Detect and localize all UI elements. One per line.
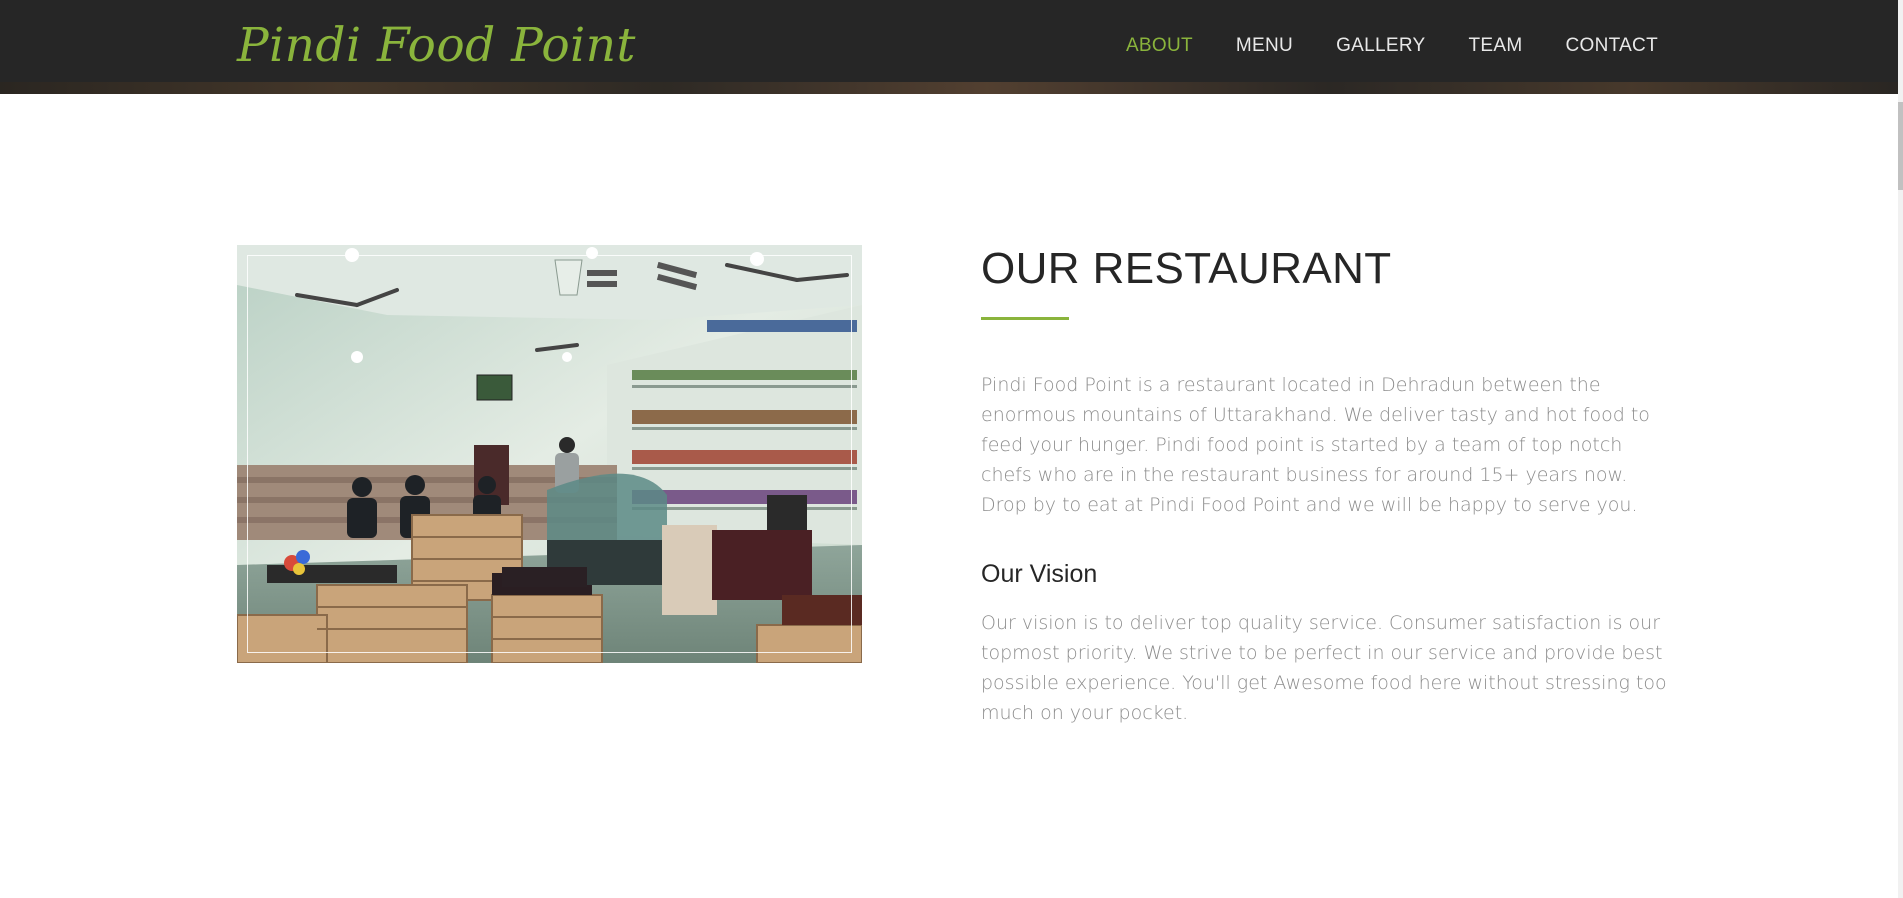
nav-item-gallery[interactable]: GALLERY bbox=[1336, 33, 1425, 59]
nav-item-contact[interactable]: CONTACT bbox=[1565, 33, 1658, 59]
brand-logo[interactable]: Pindi Food Point bbox=[237, 14, 636, 78]
restaurant-description: Pindi Food Point is a restaurant located… bbox=[981, 374, 1650, 516]
heading-accent-divider bbox=[981, 317, 1069, 320]
top-navbar: Pindi Food Point ABOUT MENU GALLERY TEAM… bbox=[0, 0, 1898, 94]
section-heading: OUR RESTAURANT bbox=[981, 244, 1392, 293]
about-section: OUR RESTAURANT Pindi Food Point is a res… bbox=[981, 243, 1671, 728]
nav-item-menu[interactable]: MENU bbox=[1236, 33, 1293, 59]
vision-heading: Our Vision bbox=[981, 560, 1098, 588]
main-nav: ABOUT MENU GALLERY TEAM CONTACT bbox=[1126, 33, 1658, 59]
restaurant-interior-illustration bbox=[237, 245, 862, 663]
restaurant-interior-image bbox=[237, 245, 862, 663]
vision-description: Our vision is to deliver top quality ser… bbox=[981, 612, 1667, 724]
scrollbar-thumb[interactable] bbox=[1898, 102, 1903, 190]
nav-item-about[interactable]: ABOUT bbox=[1126, 33, 1193, 59]
header-background-image-strip bbox=[0, 82, 1898, 94]
page-scrollbar[interactable] bbox=[1898, 0, 1903, 898]
nav-item-team[interactable]: TEAM bbox=[1468, 33, 1522, 59]
